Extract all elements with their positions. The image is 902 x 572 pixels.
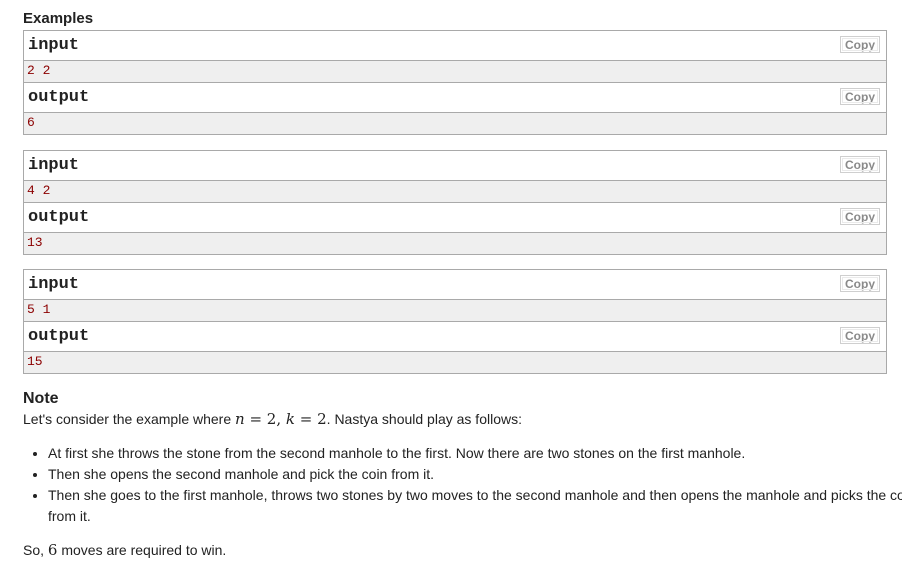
input-value: 2 2 (24, 61, 886, 83)
copy-input-button[interactable]: Copy (840, 156, 880, 173)
input-title-bar: input Copy (24, 270, 886, 300)
copy-output-button[interactable]: Copy (840, 208, 880, 225)
input-value: 4 2 (24, 181, 886, 203)
note-conclusion: So, 6 moves are required to win. (23, 541, 226, 559)
copy-output-button[interactable]: Copy (840, 327, 880, 344)
list-item: Then she opens the second manhole and pi… (48, 464, 902, 485)
list-item: Then she goes to the first manhole, thro… (48, 485, 902, 527)
output-label: output (28, 327, 90, 346)
copy-input-button[interactable]: Copy (840, 36, 880, 53)
math-k-val: = 2 (299, 410, 327, 428)
note-steps-list: At first she throws the stone from the s… (23, 443, 902, 527)
note-intro-prefix: Let's consider the example where (23, 411, 236, 427)
output-value: 15 (24, 352, 886, 373)
math-n-val: = 2, (249, 410, 282, 428)
note-intro-suffix: . Nastya should play as follows: (326, 411, 522, 427)
input-title-bar: input Copy (24, 31, 886, 61)
output-title-bar: output Copy (24, 203, 886, 233)
output-title-bar: output Copy (24, 83, 886, 113)
math-k-var: k (285, 410, 295, 428)
input-label: input (28, 36, 80, 55)
output-label: output (28, 88, 90, 107)
output-value: 6 (24, 113, 886, 134)
conclusion-prefix: So, (23, 542, 48, 558)
output-title-bar: output Copy (24, 322, 886, 352)
note-intro: Let's consider the example where n = 2, … (23, 410, 522, 428)
input-value: 5 1 (24, 300, 886, 322)
math-n-var: n (235, 410, 245, 428)
input-label: input (28, 156, 80, 175)
example-block-3: input Copy 5 1 output Copy 15 (23, 269, 887, 374)
note-title: Note (23, 390, 59, 407)
conclusion-suffix: moves are required to win. (57, 542, 227, 558)
math-n: n = 2, k = 2 (235, 410, 327, 428)
output-label: output (28, 208, 90, 227)
example-block-2: input Copy 4 2 output Copy 13 (23, 150, 887, 255)
input-title-bar: input Copy (24, 151, 886, 181)
copy-output-button[interactable]: Copy (840, 88, 880, 105)
example-block-1: input Copy 2 2 output Copy 6 (23, 30, 887, 135)
examples-heading: Examples (23, 10, 94, 27)
copy-input-button[interactable]: Copy (840, 275, 880, 292)
list-item: At first she throws the stone from the s… (48, 443, 902, 464)
input-label: input (28, 275, 80, 294)
output-value: 13 (24, 233, 886, 254)
